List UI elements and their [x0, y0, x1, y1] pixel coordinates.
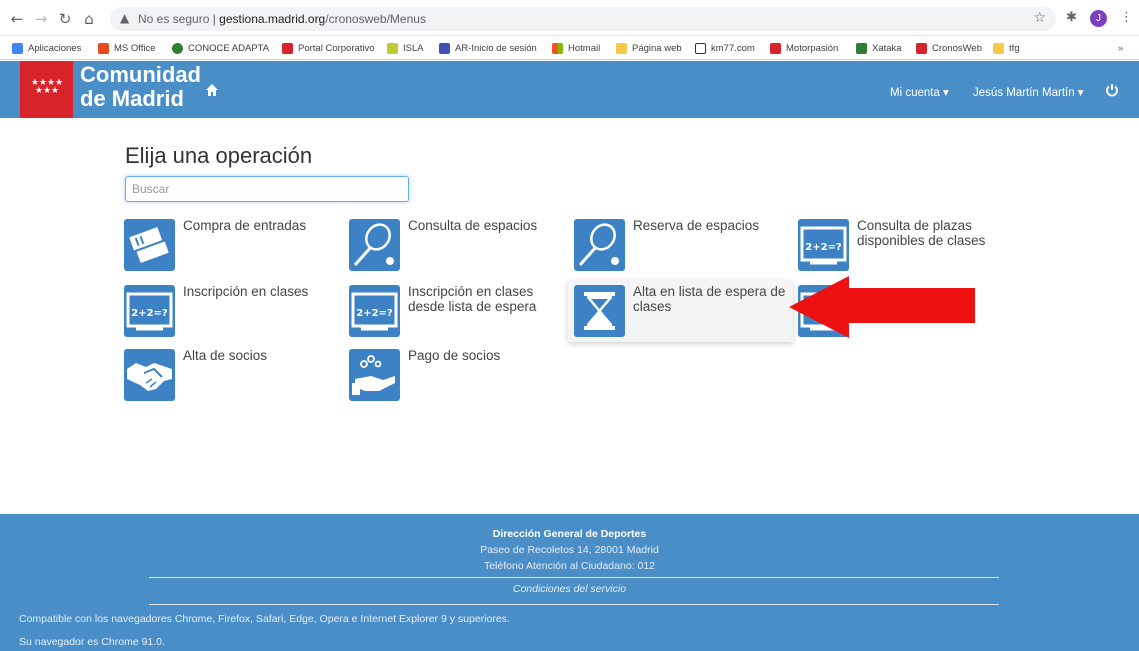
bookmark-item[interactable]: CONOCE ADAPTA	[172, 41, 269, 55]
adapta-icon	[172, 42, 183, 54]
profile-avatar[interactable]: J	[1090, 10, 1107, 27]
footer-address: Paseo de Recoletos 14, 28001 Madrid	[480, 544, 659, 556]
extensions-icon[interactable]: ✱	[1066, 10, 1077, 25]
red-arrow-annotation	[789, 276, 975, 338]
bookmark-item[interactable]: Portal Corporativo	[282, 41, 375, 55]
tile-inscripcion-clases[interactable]: 2+2=? Inscripción en clases	[124, 283, 346, 341]
bookmark-item[interactable]: CronosWeb	[916, 41, 982, 55]
url-path: /cronosweb/Menus	[325, 12, 426, 26]
tile-reserva-espacios[interactable]: Reserva de espacios	[574, 217, 796, 275]
motorpasion-icon	[770, 42, 781, 54]
racket-icon	[574, 219, 625, 271]
bookmark-item[interactable]: tfg	[993, 41, 1020, 55]
bookmark-item[interactable]: MS Office	[98, 41, 156, 55]
blackboard-icon: 2+2=?	[124, 285, 175, 337]
blackboard-icon: 2+2=?	[349, 285, 400, 337]
home-browser-icon[interactable]: ⌂	[80, 10, 98, 28]
tile-pago-socios[interactable]: Pago de socios	[349, 347, 571, 405]
warning-icon: ▲	[120, 11, 130, 25]
tile-compra-entradas[interactable]: Compra de entradas	[124, 217, 346, 275]
hotmail-icon	[552, 42, 563, 54]
svg-text:2+2=?: 2+2=?	[356, 308, 393, 319]
tile-consulta-espacios[interactable]: Consulta de espacios	[349, 217, 571, 275]
office-icon	[98, 42, 109, 54]
tile-alta-lista-espera[interactable]: Alta en lista de espera de clases	[568, 280, 793, 342]
km77-icon	[695, 42, 706, 54]
bookmark-star-icon[interactable]: ☆	[1033, 10, 1046, 26]
svg-text:2+2=?: 2+2=?	[805, 242, 842, 253]
home-icon[interactable]	[205, 83, 219, 97]
browser-menu-icon[interactable]: ⋮	[1120, 10, 1133, 25]
footer-divider	[149, 577, 999, 578]
logo-text[interactable]: Comunidad de Madrid	[80, 63, 201, 111]
bookmarks-bar: Aplicaciones MS Office CONOCE ADAPTA Por…	[0, 36, 1139, 60]
bookmark-item[interactable]: Página web	[616, 41, 682, 55]
security-text: No es seguro	[138, 12, 210, 26]
tile-alta-socios[interactable]: Alta de socios	[124, 347, 346, 405]
address-bar[interactable]: ▲ No es seguro | gestiona.madrid.org/cro…	[110, 7, 1056, 31]
page-title: Elija una operación	[125, 143, 313, 168]
xataka-icon	[856, 42, 867, 54]
footer-phone: Teléfono Atención al Ciudadano: 012	[483, 560, 656, 572]
tile-consulta-plazas[interactable]: 2+2=? Consulta de plazas disponibles de …	[798, 217, 1020, 275]
ticket-icon	[124, 219, 175, 271]
folder-icon	[616, 42, 627, 54]
footer-browser-info: Su navegador es Chrome 91.0.	[19, 636, 165, 648]
bookmark-item[interactable]: ISLA	[387, 41, 424, 55]
back-icon[interactable]: ←	[8, 10, 26, 28]
bookmark-item[interactable]: AR-Inicio de sesión	[439, 41, 537, 55]
user-menu[interactable]: Jesús Martín Martín ▾	[973, 85, 1084, 99]
hourglass-icon	[574, 285, 625, 337]
handshake-icon	[124, 349, 175, 401]
reload-icon[interactable]: ↻	[56, 10, 74, 28]
apps-icon	[12, 42, 23, 54]
madrid-logo[interactable]: ★★★★ ★★★	[20, 61, 73, 118]
ar-icon	[439, 42, 450, 54]
bookmark-item[interactable]: Hotmail	[552, 41, 600, 55]
isla-icon	[387, 42, 398, 54]
bookmark-item[interactable]: km77.com	[695, 41, 755, 55]
browser-toolbar: ← → ↻ ⌂ ▲ No es seguro | gestiona.madrid…	[0, 0, 1139, 36]
logout-power-icon[interactable]	[1105, 83, 1119, 97]
forward-icon[interactable]: →	[32, 10, 50, 28]
url-host: gestiona.madrid.org	[219, 12, 326, 26]
tile-inscripcion-lista-espera[interactable]: 2+2=? Inscripción en clases desde lista …	[349, 283, 571, 341]
site-header: ★★★★ ★★★ Comunidad de Madrid Mi cuenta ▾ …	[0, 61, 1139, 118]
cronosweb-icon	[916, 42, 927, 54]
more-bookmarks-icon[interactable]: »	[1118, 41, 1123, 55]
stars-icon: ★★★★ ★★★	[30, 78, 64, 96]
site-footer: Dirección General de Deportes Paseo de R…	[0, 514, 1139, 651]
bookmark-item[interactable]: Xataka	[856, 41, 902, 55]
footer-title: Dirección General de Deportes	[492, 528, 647, 540]
url-text: No es seguro | gestiona.madrid.org/crono…	[138, 12, 426, 26]
racket-icon	[349, 219, 400, 271]
conditions-link[interactable]: Condiciones del servicio	[0, 583, 1139, 595]
blackboard-icon: 2+2=?	[798, 219, 849, 271]
svg-text:2+2=?: 2+2=?	[131, 308, 168, 319]
coins-hand-icon	[349, 349, 400, 401]
bookmark-item[interactable]: Motorpasión	[770, 41, 838, 55]
bookmark-item[interactable]: Aplicaciones	[12, 41, 81, 55]
search-input[interactable]	[125, 176, 409, 202]
folder-icon	[993, 42, 1004, 54]
footer-divider	[149, 604, 999, 605]
footer-compat-text: Compatible con los navegadores Chrome, F…	[19, 613, 510, 625]
account-menu[interactable]: Mi cuenta ▾	[890, 85, 949, 99]
madrid-icon	[282, 42, 293, 54]
